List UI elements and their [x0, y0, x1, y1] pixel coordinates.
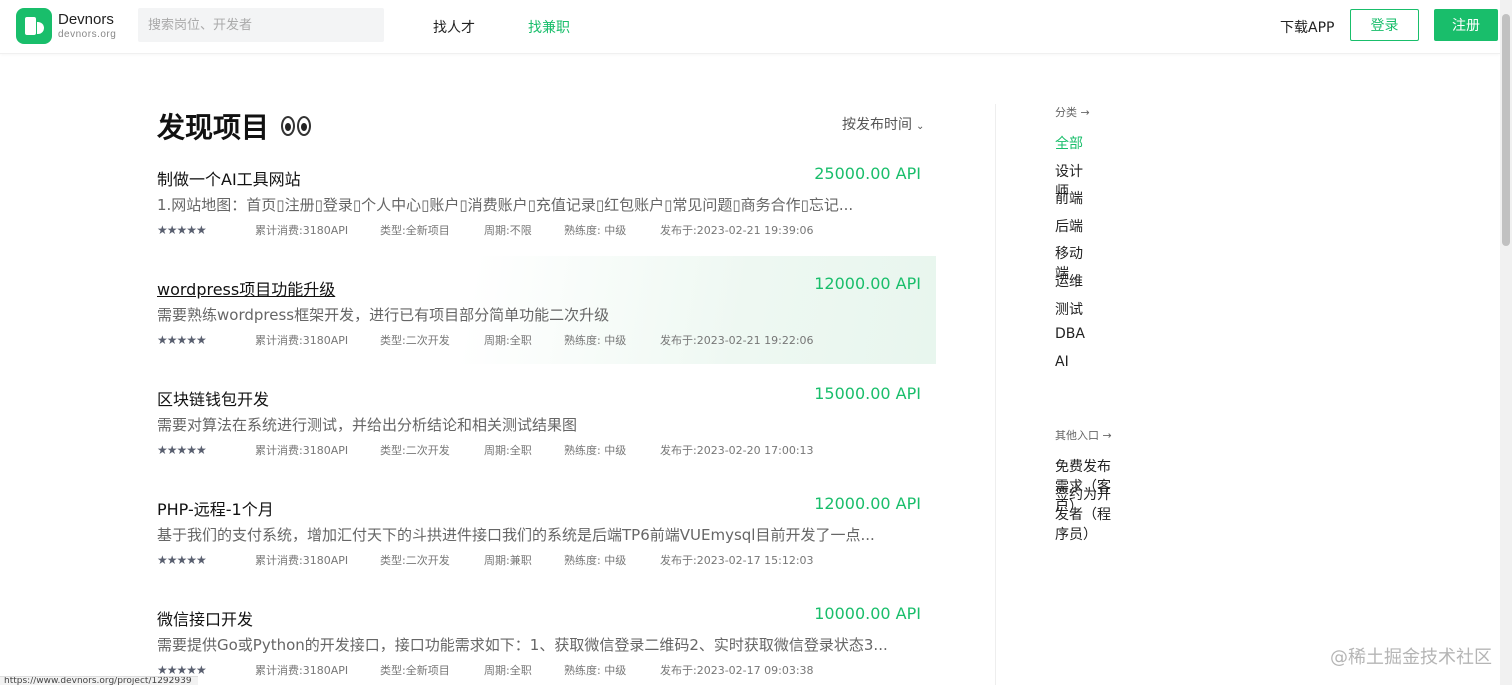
page-title-text: 发现项目 — [157, 111, 270, 144]
project-title[interactable]: wordpress项目功能升级 — [157, 276, 335, 300]
project-meta: ★★★★★ 累计消费:3180API 类型:全新项目 周期:不限 熟练度: 中级… — [157, 222, 814, 238]
project-price: 10000.00 API — [814, 604, 921, 623]
meta-spent: 累计消费:3180API — [255, 444, 349, 457]
project-desc: 1.网站地图：首页▯注册▯登录▯个人中心▯账户▯消费账户▯充值记录▯红包账户▯常… — [157, 196, 854, 214]
meta-period: 周期:兼职 — [484, 554, 532, 567]
project-card[interactable]: PHP-远程-1个月 12000.00 API 基于我们的支付系统，增加汇付天下… — [157, 488, 936, 598]
meta-date: 发布于:2023-02-21 19:39:06 — [660, 224, 814, 237]
project-meta: ★★★★★ 累计消费:3180API 类型:二次开发 周期:全职 熟练度: 中级… — [157, 332, 814, 348]
logo[interactable]: Devnors devnors.org — [16, 8, 116, 44]
search-input[interactable] — [138, 8, 384, 42]
sort-label: 按发布时间 — [842, 117, 912, 133]
devnors-logo-icon — [16, 8, 52, 44]
sign-developer-link[interactable]: 签约为开发者（程序员） — [1055, 484, 1112, 544]
category-sidebar: 分类 → 全部 设计师 前端 后端 移动端 运维 测试 DBA AI — [1055, 104, 1090, 370]
page-title: 发现项目 — [157, 106, 312, 146]
register-button[interactable]: 注册 — [1434, 9, 1498, 41]
project-desc: 基于我们的支付系统，增加汇付天下的斗拱进件接口我们的系统是后端TP6前端VUEm… — [157, 526, 875, 544]
meta-type: 类型:二次开发 — [380, 334, 450, 347]
project-card[interactable]: wordpress项目功能升级 12000.00 API 需要熟练wordpre… — [157, 256, 936, 364]
project-meta: ★★★★★ 累计消费:3180API 类型:二次开发 周期:全职 熟练度: 中级… — [157, 442, 814, 458]
category-testing[interactable]: 测试 — [1055, 299, 1083, 319]
rating-stars: ★★★★★ — [157, 553, 207, 567]
project-title[interactable]: 区块链钱包开发 — [157, 386, 269, 410]
nav-find-talent[interactable]: 找人才 — [433, 17, 475, 37]
meta-type: 类型:二次开发 — [380, 444, 450, 457]
scrollbar[interactable] — [1500, 0, 1512, 685]
project-desc: 需要对算法在系统进行测试，并给出分析结论和相关测试结果图 — [157, 416, 578, 434]
meta-level: 熟练度: 中级 — [564, 224, 627, 237]
project-title[interactable]: 微信接口开发 — [157, 606, 253, 630]
project-price: 15000.00 API — [814, 384, 921, 403]
sort-dropdown[interactable]: 按发布时间 ⌄ — [842, 114, 924, 134]
other-entries: 其他入口 → 免费发布需求（客户） 签约为开发者（程序员） — [1055, 427, 1112, 543]
chevron-down-icon: ⌄ — [916, 121, 925, 132]
rating-stars: ★★★★★ — [157, 663, 207, 677]
download-app-link[interactable]: 下载APP — [1280, 17, 1334, 37]
meta-period: 周期:不限 — [484, 224, 532, 237]
meta-spent: 累计消费:3180API — [255, 554, 349, 567]
category-frontend[interactable]: 前端 — [1055, 188, 1083, 208]
category-heading[interactable]: 分类 → — [1055, 104, 1090, 120]
meta-level: 熟练度: 中级 — [564, 444, 627, 457]
rating-stars: ★★★★★ — [157, 333, 207, 347]
project-desc: 需要提供Go或Python的开发接口，接口功能需求如下：1、获取微信登录二维码2… — [157, 636, 888, 654]
column-divider — [995, 104, 996, 685]
project-card[interactable]: 微信接口开发 10000.00 API 需要提供Go或Python的开发接口，接… — [157, 598, 936, 678]
meta-type: 类型:二次开发 — [380, 554, 450, 567]
meta-date: 发布于:2023-02-21 19:22:06 — [660, 334, 814, 347]
meta-spent: 累计消费:3180API — [255, 664, 349, 677]
category-all[interactable]: 全部 — [1055, 133, 1083, 153]
meta-date: 发布于:2023-02-20 17:00:13 — [660, 444, 814, 457]
project-card[interactable]: 制做一个AI工具网站 25000.00 API 1.网站地图：首页▯注册▯登录▯… — [157, 158, 936, 268]
login-button[interactable]: 登录 — [1350, 9, 1419, 41]
project-desc: 需要熟练wordpress框架开发，进行已有项目部分简单功能二次升级 — [157, 306, 610, 324]
project-price: 12000.00 API — [814, 274, 921, 293]
logo-name: Devnors — [58, 11, 114, 28]
project-price: 25000.00 API — [814, 164, 921, 183]
scrollbar-thumb[interactable] — [1502, 14, 1510, 246]
meta-period: 周期:全职 — [484, 444, 532, 457]
eyes-icon — [281, 116, 312, 136]
meta-type: 类型:全新项目 — [380, 664, 450, 677]
project-price: 12000.00 API — [814, 494, 921, 513]
category-ops[interactable]: 运维 — [1055, 271, 1083, 291]
other-entries-heading[interactable]: 其他入口 → — [1055, 427, 1112, 443]
project-title[interactable]: PHP-远程-1个月 — [157, 496, 274, 520]
meta-type: 类型:全新项目 — [380, 224, 450, 237]
meta-level: 熟练度: 中级 — [564, 554, 627, 567]
meta-date: 发布于:2023-02-17 15:12:03 — [660, 554, 814, 567]
category-ai[interactable]: AI — [1055, 354, 1069, 370]
meta-period: 周期:全职 — [484, 664, 532, 677]
meta-date: 发布于:2023-02-17 09:03:38 — [660, 664, 814, 677]
meta-period: 周期:全职 — [484, 334, 532, 347]
category-dba[interactable]: DBA — [1055, 326, 1085, 342]
rating-stars: ★★★★★ — [157, 443, 207, 457]
logo-domain: devnors.org — [58, 29, 117, 40]
project-meta: ★★★★★ 累计消费:3180API 类型:二次开发 周期:兼职 熟练度: 中级… — [157, 552, 814, 568]
project-meta: ★★★★★ 累计消费:3180API 类型:全新项目 周期:全职 熟练度: 中级… — [157, 662, 814, 678]
rating-stars: ★★★★★ — [157, 223, 207, 237]
meta-level: 熟练度: 中级 — [564, 334, 627, 347]
project-title[interactable]: 制做一个AI工具网站 — [157, 166, 301, 190]
status-url-bar: https://www.devnors.org/project/1292939 — [0, 676, 198, 685]
category-backend[interactable]: 后端 — [1055, 216, 1083, 236]
meta-spent: 累计消费:3180API — [255, 224, 349, 237]
meta-spent: 累计消费:3180API — [255, 334, 349, 347]
nav-find-parttime[interactable]: 找兼职 — [528, 17, 570, 37]
watermark: @稀土掘金技术社区 — [1330, 647, 1492, 668]
meta-level: 熟练度: 中级 — [564, 664, 627, 677]
top-nav-bar: Devnors devnors.org 找人才 找兼职 下载APP 登录 注册 — [0, 0, 1500, 54]
project-card[interactable]: 区块链钱包开发 15000.00 API 需要对算法在系统进行测试，并给出分析结… — [157, 378, 936, 488]
